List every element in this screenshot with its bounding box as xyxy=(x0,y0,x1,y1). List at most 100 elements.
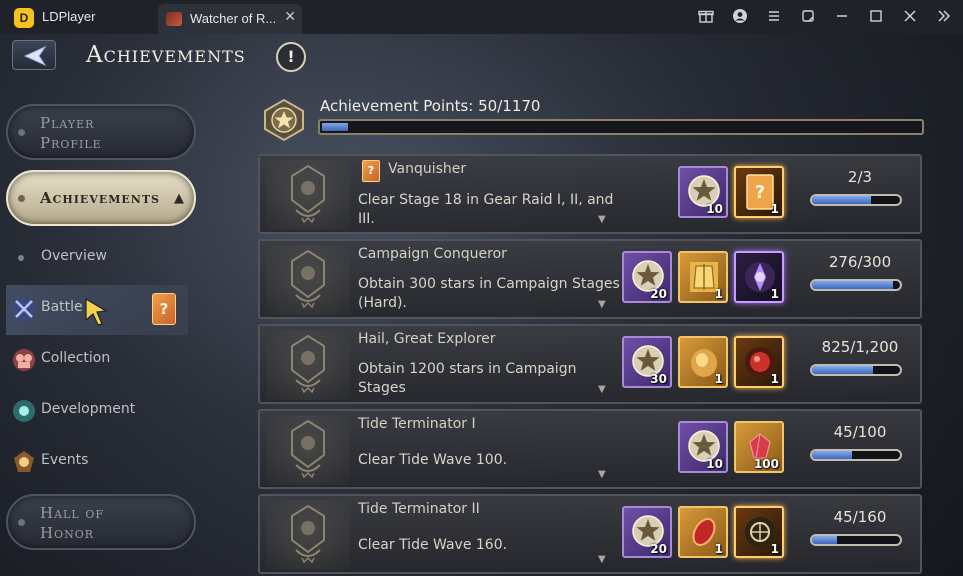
expand-sidebar-icon[interactable] xyxy=(935,8,953,26)
achievement-progress-fill xyxy=(812,196,871,204)
reward-item[interactable]: 100 xyxy=(734,421,784,473)
achievement-description: Clear Tide Wave 100. xyxy=(358,452,508,468)
minimize-icon[interactable] xyxy=(833,8,851,26)
game-tab-icon xyxy=(166,12,182,26)
reward-quantity: 1 xyxy=(770,287,779,301)
reward-quantity: 1 xyxy=(770,542,779,556)
achievement-description: Clear Tide Wave 160. xyxy=(358,537,508,553)
reward-item[interactable]: 1 xyxy=(678,251,728,303)
achievement-progress-bar xyxy=(810,364,902,376)
achievement-progress-bar xyxy=(810,534,902,546)
ldplayer-logo-icon: D xyxy=(14,8,34,28)
reward-item[interactable]: ? 1 xyxy=(734,166,784,218)
achievement-description: Clear Stage 18 in Gear Raid I, II, and I… xyxy=(358,192,614,227)
achievement-row[interactable]: ? Vanquisher Clear Stage 18 in Gear Raid I… xyxy=(258,154,922,234)
reward-quantity: 10 xyxy=(706,202,723,216)
mystery-card-icon: ? xyxy=(362,160,380,182)
reward-quantity: 1 xyxy=(714,542,723,556)
unclaimed-card-badge-icon: ? xyxy=(152,293,176,325)
achievement-progress-bar xyxy=(810,194,902,206)
events-icon xyxy=(14,451,34,472)
achievement-row[interactable]: Campaign Conqueror Obtain 300 stars in Ca… xyxy=(258,239,922,319)
reward-item[interactable]: 10 xyxy=(678,166,728,218)
achievement-emblem-icon xyxy=(266,415,350,485)
reward-quantity: 100 xyxy=(753,457,779,471)
game-viewport: Achievements ! Player Profile Achievemen… xyxy=(0,34,963,576)
achievement-row[interactable]: Tide Terminator II Clear Tide Wave 160. ▼ 2… xyxy=(258,494,922,574)
back-arrow-icon xyxy=(23,45,47,67)
back-button[interactable] xyxy=(12,40,56,70)
emulator-app-name: LDPlayer xyxy=(42,9,96,24)
reward-item[interactable]: 1 xyxy=(734,506,784,558)
account-icon[interactable] xyxy=(731,8,749,26)
menu-icon[interactable] xyxy=(765,8,783,26)
reward-quantity: 1 xyxy=(770,372,779,386)
achievement-emblem-icon xyxy=(266,160,350,230)
menu-achievements[interactable]: Achievements ▲ xyxy=(6,170,196,226)
submenu-development[interactable]: Development xyxy=(6,387,188,437)
maximize-icon[interactable] xyxy=(867,8,885,26)
development-icon xyxy=(13,400,35,422)
submenu-overview[interactable]: Overview xyxy=(6,234,188,284)
submenu-events[interactable]: Events xyxy=(6,438,188,488)
achievement-points-label: Achievement Points: 50/1170 xyxy=(320,97,541,115)
menu-player-profile[interactable]: Player Profile xyxy=(6,104,196,160)
achievement-progress-fill xyxy=(812,451,852,459)
achievement-progress-bar xyxy=(810,449,902,461)
reward-item[interactable]: 30 xyxy=(622,336,672,388)
reward-quantity: 20 xyxy=(650,542,667,556)
resize-icon[interactable] xyxy=(799,8,817,26)
expand-chevron-icon[interactable]: ▼ xyxy=(598,299,606,310)
collection-icon xyxy=(13,349,35,371)
submenu-label: Battle xyxy=(41,299,83,315)
achievement-progress-text: 45/100 xyxy=(833,423,887,441)
achievement-title: Hail, Great Explorer xyxy=(358,331,496,347)
achievement-points-bar xyxy=(318,119,924,135)
achievement-progress-bar xyxy=(810,279,902,291)
reward-item[interactable]: 20 xyxy=(622,251,672,303)
expand-chevron-icon[interactable]: ▼ xyxy=(598,384,606,395)
reward-item[interactable]: 1 xyxy=(678,336,728,388)
achievement-points-star-icon xyxy=(264,98,304,142)
achievement-title: Tide Terminator I xyxy=(358,416,476,432)
submenu-collection[interactable]: Collection xyxy=(6,336,188,386)
achievement-row[interactable]: Tide Terminator I Clear Tide Wave 100. ▼ 10… xyxy=(258,409,922,489)
reward-quantity: 1 xyxy=(714,372,723,386)
achievement-points-fill xyxy=(322,123,348,131)
submenu-label: Events xyxy=(41,452,89,468)
achievement-progress-fill xyxy=(812,536,837,544)
achievement-progress-text: 825/1,200 xyxy=(821,338,899,356)
reward-item[interactable]: 1 xyxy=(734,336,784,388)
achievement-description: Obtain 300 stars in Campaign Stages (Har… xyxy=(358,276,620,311)
svg-text:?: ? xyxy=(755,182,765,203)
menu-dot xyxy=(18,129,25,136)
reward-item[interactable]: 10 xyxy=(678,421,728,473)
info-icon[interactable]: ! xyxy=(276,42,306,72)
tab-game[interactable]: Watcher of R... ✕ xyxy=(158,4,302,34)
close-icon[interactable] xyxy=(901,8,919,26)
emulator-titlebar: D LDPlayer Watcher of R... ✕ xyxy=(0,0,963,34)
menu-dot xyxy=(18,519,25,526)
expand-chevron-icon[interactable]: ▼ xyxy=(598,554,606,565)
achievement-progress-text: 45/160 xyxy=(833,508,887,526)
achievement-progress-text: 2/3 xyxy=(847,168,873,186)
reward-item[interactable]: 1 xyxy=(734,251,784,303)
page-title: Achievements xyxy=(86,42,246,68)
gift-icon[interactable] xyxy=(697,8,715,26)
achievement-progress-fill xyxy=(812,366,873,374)
achievement-row[interactable]: Hail, Great Explorer Obtain 1200 stars in… xyxy=(258,324,922,404)
submenu-label: Development xyxy=(41,401,136,417)
reward-item[interactable]: 20 xyxy=(622,506,672,558)
tab-title: Watcher of R... xyxy=(190,11,277,26)
achievement-title: Campaign Conqueror xyxy=(358,246,507,262)
achievement-progress-text: 276/300 xyxy=(828,253,892,271)
achievement-title: Vanquisher xyxy=(388,161,467,177)
reward-item[interactable]: 1 xyxy=(678,506,728,558)
submenu-label: Overview xyxy=(41,248,107,264)
menu-hall-of-honor[interactable]: Hall of Honor xyxy=(6,494,196,550)
expand-chevron-icon[interactable]: ▼ xyxy=(598,214,606,225)
expand-chevron-icon[interactable]: ▼ xyxy=(598,469,606,480)
submenu-battle[interactable]: Battle ? xyxy=(6,285,188,335)
tab-close-icon[interactable]: ✕ xyxy=(284,9,296,25)
reward-quantity: 30 xyxy=(650,372,667,386)
